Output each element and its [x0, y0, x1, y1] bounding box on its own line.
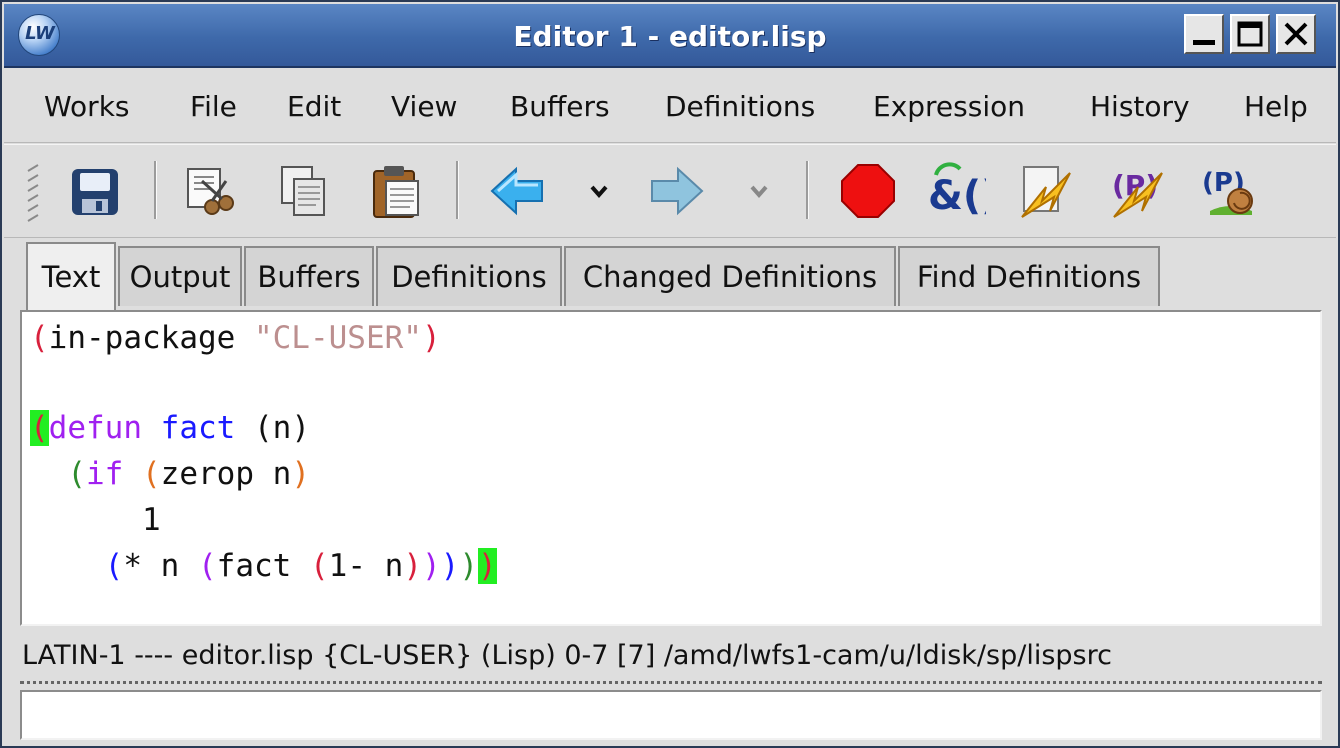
code-string: "CL-USER": [253, 320, 422, 356]
window-title: Editor 1 - editor.lisp: [513, 20, 827, 53]
menu-definitions[interactable]: Definitions: [665, 90, 815, 123]
maximize-icon: [1237, 21, 1263, 47]
tab-text[interactable]: Text: [26, 242, 116, 310]
mode-line-text: LATIN-1 ---- editor.lisp {CL-USER} (Lisp…: [22, 640, 1112, 671]
menu-expression[interactable]: Expression: [873, 90, 1025, 123]
compile-buffer-icon: (P): [1112, 169, 1163, 218]
step-button[interactable]: (P): [1200, 161, 1260, 221]
tab-find-definitions[interactable]: Find Definitions: [898, 246, 1160, 306]
matched-paren-open: (: [30, 410, 49, 446]
menu-view[interactable]: View: [391, 90, 457, 123]
evaluate-button[interactable]: &(): [926, 161, 986, 221]
code-paren: ): [421, 548, 441, 584]
close-button[interactable]: [1276, 14, 1316, 54]
maximize-button[interactable]: [1230, 14, 1270, 54]
back-button[interactable]: [488, 161, 548, 221]
copy-button[interactable]: [274, 161, 334, 221]
forward-button[interactable]: [646, 161, 706, 221]
menu-history[interactable]: History: [1090, 90, 1190, 123]
code-token: 1- n: [328, 548, 404, 584]
title-bar[interactable]: LW Editor 1 - editor.lisp: [4, 4, 1336, 68]
code-token: * n: [123, 548, 198, 584]
save-icon: [72, 169, 118, 215]
svg-text:&(): &(): [928, 173, 986, 219]
menu-file[interactable]: File: [190, 90, 237, 123]
code-line[interactable]: (defun fact (n): [30, 410, 310, 446]
code-line[interactable]: (if (zerop n): [30, 456, 310, 492]
forward-history-dropdown-icon[interactable]: [744, 171, 774, 211]
paste-icon: [373, 166, 419, 218]
forward-arrow-icon: [651, 166, 704, 216]
menu-edit[interactable]: Edit: [287, 90, 341, 123]
evaluate-icon: &(): [928, 162, 986, 219]
menu-help[interactable]: Help: [1244, 90, 1308, 123]
code-editor[interactable]: (in-package "CL-USER") (defun fact (n) (…: [20, 310, 1322, 626]
code-paren: ): [421, 320, 441, 356]
code-token: fact: [216, 548, 310, 584]
code-paren: (: [30, 320, 49, 356]
close-icon: [1284, 22, 1308, 46]
cut-icon: [187, 168, 234, 215]
compile-buffer-button[interactable]: (P): [1108, 161, 1168, 221]
echo-area-input[interactable]: [20, 690, 1322, 740]
stop-icon: [841, 164, 895, 218]
code-token: 1: [30, 502, 161, 538]
code-token: zerop n: [160, 456, 292, 492]
menu-bar: Works File Edit View Buffers Definitions…: [4, 68, 1336, 143]
tab-output[interactable]: Output: [118, 246, 242, 306]
toolbar-grip-icon[interactable]: [26, 163, 42, 223]
menu-buffers[interactable]: Buffers: [510, 90, 610, 123]
tab-changed-definitions[interactable]: Changed Definitions: [564, 246, 896, 306]
code-keyword: defun: [48, 410, 142, 446]
back-arrow-icon: [490, 166, 543, 216]
paste-button[interactable]: [368, 161, 428, 221]
minimize-button[interactable]: [1184, 14, 1224, 54]
code-keyword: if: [86, 456, 124, 492]
code-paren: (: [142, 456, 161, 492]
mode-line: LATIN-1 ---- editor.lisp {CL-USER} (Lisp…: [20, 630, 1322, 684]
code-token: (n): [235, 410, 310, 446]
compile-icon: [1021, 166, 1071, 218]
step-icon: (P): [1202, 168, 1253, 215]
toolbar-separator: [154, 161, 157, 219]
code-token: in-package: [48, 320, 254, 356]
tab-definitions[interactable]: Definitions: [376, 246, 562, 306]
code-paren: (: [104, 548, 124, 584]
code-function-name: fact: [160, 410, 236, 446]
code-line[interactable]: 1: [30, 502, 161, 538]
copy-icon: [281, 166, 325, 216]
toolbar-separator: [806, 161, 809, 219]
code-paren: ): [440, 548, 460, 584]
menu-works[interactable]: Works: [44, 90, 130, 123]
view-tabs: Text Output Buffers Definitions Changed …: [4, 240, 1336, 310]
toolbar: &() (P) (P): [4, 144, 1336, 238]
compile-button[interactable]: [1016, 161, 1076, 221]
minimize-icon: [1193, 40, 1215, 45]
save-button[interactable]: [66, 161, 126, 221]
code-paren: (: [67, 456, 86, 492]
code-paren: (: [309, 548, 329, 584]
code-paren: ): [291, 456, 310, 492]
tab-buffers[interactable]: Buffers: [244, 246, 374, 306]
back-history-dropdown-icon[interactable]: [584, 171, 614, 211]
toolbar-separator: [456, 161, 459, 219]
code-line[interactable]: (in-package "CL-USER"): [30, 320, 441, 356]
stop-button[interactable]: [838, 161, 898, 221]
code-paren: ): [403, 548, 422, 584]
matched-paren-close: ): [478, 548, 497, 584]
code-paren: ): [459, 548, 478, 584]
code-line[interactable]: (* n (fact (1- n))))): [30, 548, 497, 584]
editor-window: LW Editor 1 - editor.lisp Works File Edi…: [0, 0, 1340, 748]
code-paren: (: [197, 548, 217, 584]
cut-button[interactable]: [182, 161, 242, 221]
